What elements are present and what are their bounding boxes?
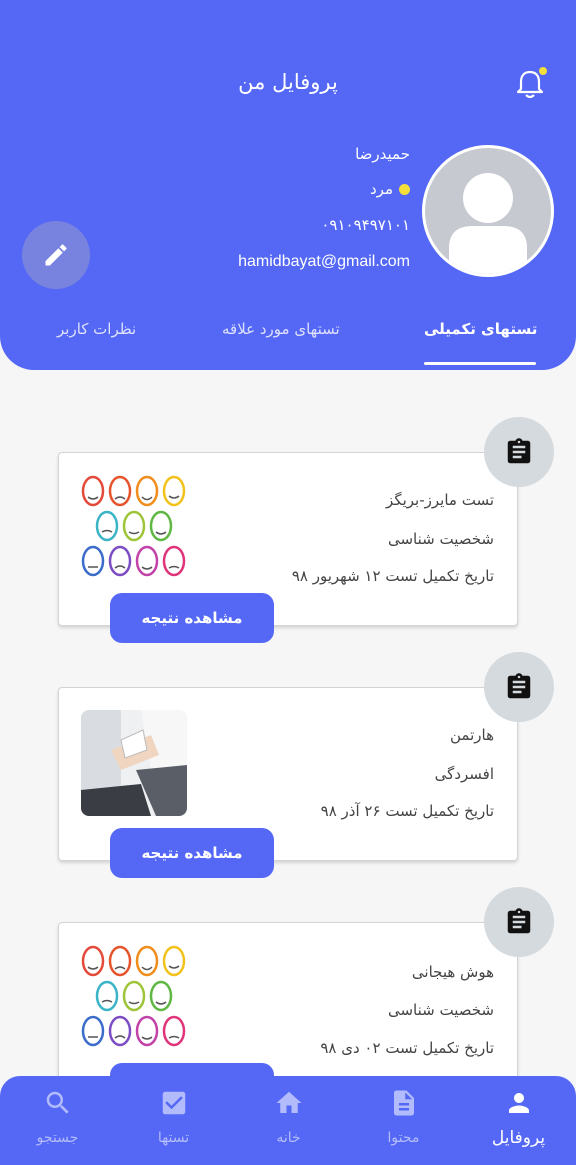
gender-dot — [399, 183, 410, 195]
test-title: تست مایرز-بریگز — [386, 491, 494, 509]
nav-item-tests[interactable]: تستها — [116, 1076, 231, 1165]
test-title: هارتمن — [450, 726, 494, 744]
clipboard-icon — [484, 417, 554, 487]
search-icon — [46, 1091, 69, 1114]
notification-dot — [539, 67, 547, 75]
view-result-button[interactable]: مشاهده نتیجه — [110, 828, 274, 878]
nav-label: پروفایل — [491, 1128, 546, 1148]
edit-profile-button[interactable] — [22, 221, 90, 289]
nav-item-home[interactable]: خانه — [231, 1076, 346, 1165]
emotion-faces-image — [81, 945, 187, 1051]
profile-email: hamidbayat@gmail.com — [238, 253, 410, 270]
active-tab-indicator — [424, 362, 536, 365]
nav-label: خانه — [276, 1130, 301, 1146]
test-title: هوش هیجانی — [411, 963, 494, 981]
clipboard-icon — [484, 652, 554, 722]
nav-item-profile[interactable]: پروفایل — [461, 1076, 576, 1165]
pencil-icon — [45, 244, 67, 266]
test-category: شخصیت شناسی — [387, 1001, 494, 1019]
person-icon — [509, 1093, 529, 1113]
profile-gender: مرد — [370, 180, 410, 198]
nav-label: جستجو — [36, 1130, 79, 1146]
document-icon — [394, 1090, 414, 1116]
clipboard-icon — [484, 887, 554, 957]
nav-label: تستها — [157, 1130, 190, 1146]
profile-header: پروفایل من حمیدرضا مرد ۰۹۱۰۹۴۹۷۱۰۱ hamid… — [0, 0, 576, 370]
avatar[interactable] — [422, 145, 554, 277]
home-icon — [276, 1091, 302, 1113]
test-date: تاریخ تکمیل تست ۲۶ آذر ۹۸ — [320, 802, 494, 820]
test-date: تاریخ تکمیل تست ۰۲ دی ۹۸ — [320, 1039, 494, 1057]
profile-name: حمیدرضا — [355, 145, 410, 163]
test-card[interactable]: تست مایرز-بریگز شخصیت شناسی تاریخ تکمیل … — [58, 452, 518, 643]
nav-item-search[interactable]: جستجو — [0, 1076, 115, 1165]
profile-gender-label: مرد — [370, 180, 393, 198]
view-result-button[interactable]: مشاهده نتیجه — [110, 593, 274, 643]
tab-favorite-tests[interactable]: تستهای مورد علاقه — [222, 320, 340, 338]
nav-label: محتوا — [387, 1130, 420, 1146]
emotion-faces-image — [81, 475, 187, 581]
nav-item-content[interactable]: محتوا — [346, 1076, 461, 1165]
test-category: شخصیت شناسی — [387, 530, 494, 548]
test-card[interactable]: هارتمن افسردگی تاریخ تکمیل تست ۲۶ آذر ۹۸… — [58, 687, 518, 878]
page-title: پروفایل من — [238, 70, 338, 94]
checkbox-icon — [162, 1091, 186, 1115]
bottom-navigation: پروفایل محتوا خانه تستها جستجو — [0, 1076, 576, 1165]
therapy-photo-image — [81, 710, 187, 816]
test-date: تاریخ تکمیل تست ۱۲ شهریور ۹۸ — [291, 567, 494, 585]
test-card[interactable]: هوش هیجانی شخصیت شناسی تاریخ تکمیل تست ۰… — [58, 922, 518, 1113]
tab-completed-tests[interactable]: تستهای تکمیلی — [424, 320, 537, 338]
profile-phone: ۰۹۱۰۹۴۹۷۱۰۱ — [321, 216, 410, 234]
test-category: افسردگی — [434, 765, 494, 783]
tab-user-comments[interactable]: نظرات کاربر — [57, 320, 136, 338]
